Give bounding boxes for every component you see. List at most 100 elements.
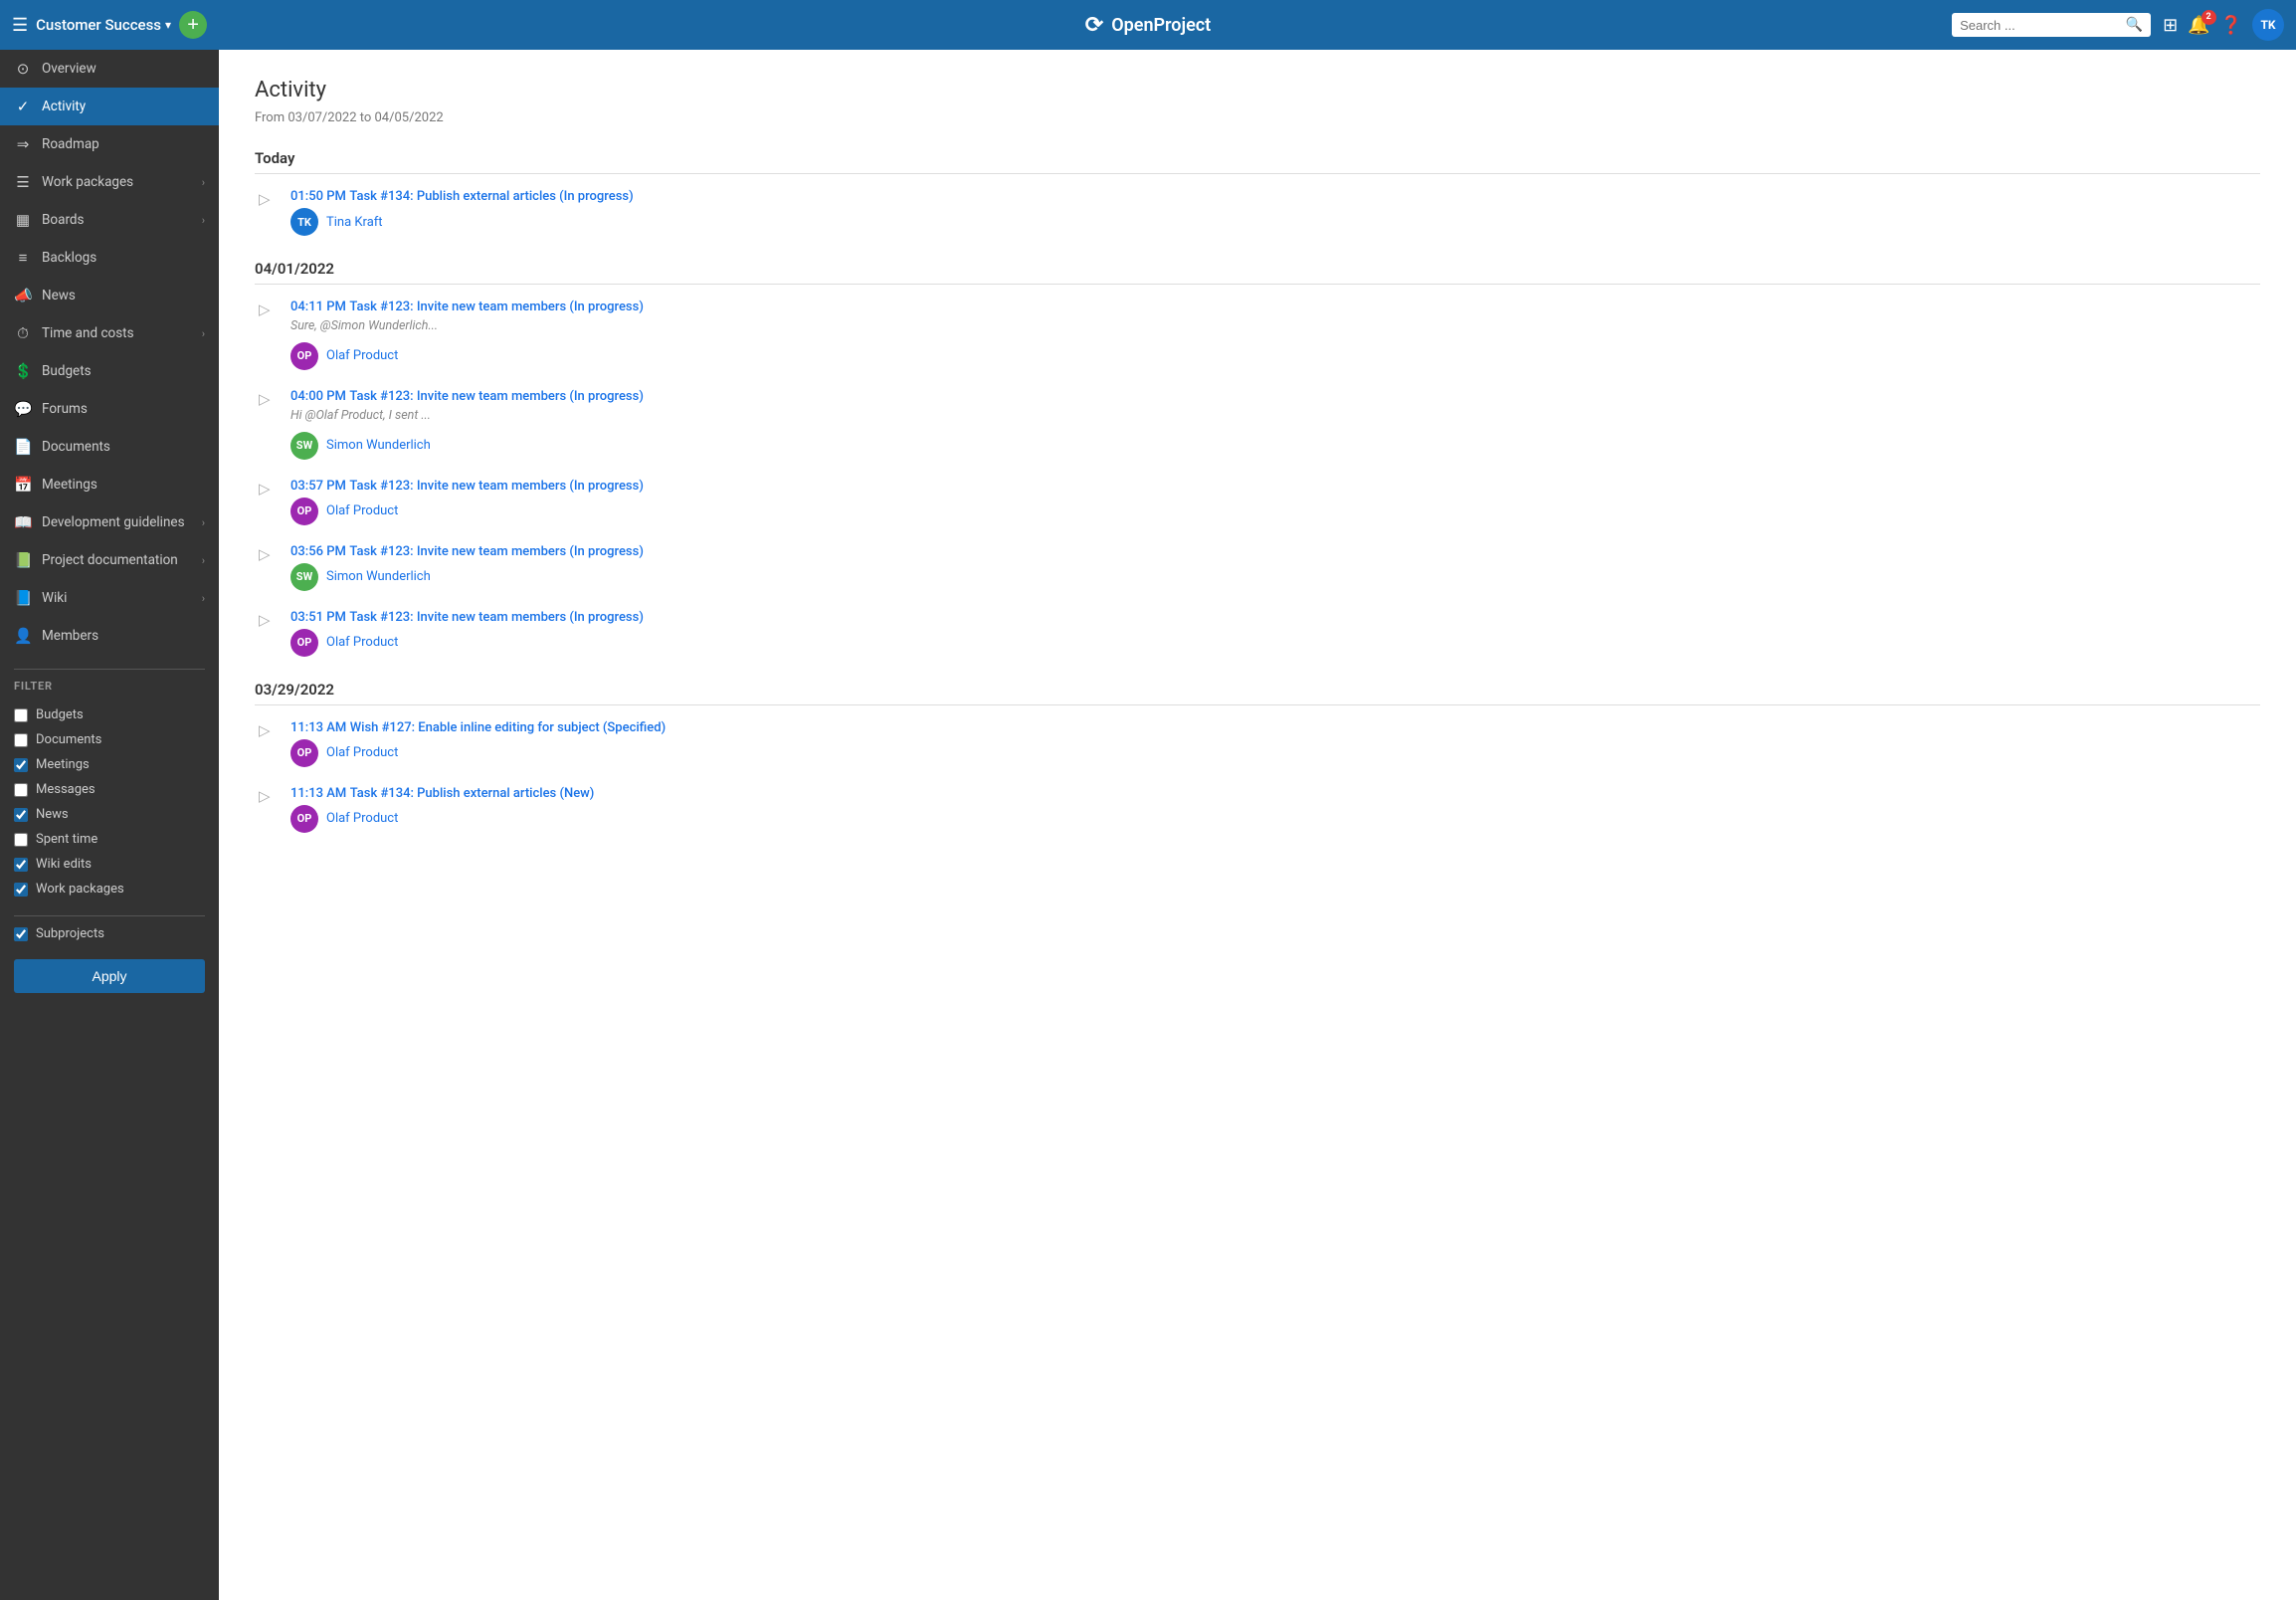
roadmap-icon: ⇒ <box>14 135 32 153</box>
project-name[interactable]: Customer Success ▾ <box>36 16 171 34</box>
search-input[interactable] <box>1960 18 2120 33</box>
user-name[interactable]: Olaf Product <box>326 503 398 518</box>
avatar: OP <box>290 498 318 525</box>
user-name[interactable]: Olaf Product <box>326 745 398 760</box>
logo: ⟳ OpenProject <box>1085 13 1211 38</box>
wiki-icon: 📘 <box>14 589 32 607</box>
filter-checkbox-wiki-edits[interactable] <box>14 858 28 872</box>
filter-checkbox-documents[interactable] <box>14 733 28 747</box>
activity-link[interactable]: Task #123: Invite new team members (In p… <box>349 479 643 494</box>
subprojects-item[interactable]: Subprojects <box>14 926 205 941</box>
sidebar-label-forums: Forums <box>42 401 205 417</box>
sidebar-item-roadmap[interactable]: ⇒ Roadmap <box>0 125 219 163</box>
user-name[interactable]: Olaf Product <box>326 811 398 826</box>
filter-checkbox-budgets[interactable] <box>14 708 28 722</box>
filter-label-meetings: Meetings <box>36 757 90 772</box>
filter-item-documents[interactable]: Documents <box>14 727 205 752</box>
avatar: OP <box>290 805 318 833</box>
activity-link[interactable]: Task #134: Publish external articles (Ne… <box>350 786 595 801</box>
user-name[interactable]: Simon Wunderlich <box>326 569 431 584</box>
filter-checkbox-messages[interactable] <box>14 783 28 797</box>
arrow-icon: › <box>202 327 205 340</box>
sidebar-item-work-packages[interactable]: ☰ Work packages › <box>0 163 219 201</box>
filter-checkbox-news[interactable] <box>14 808 28 822</box>
sidebar-label-members: Members <box>42 628 205 644</box>
activity-time: 03:51 PM <box>290 610 346 625</box>
activity-link[interactable]: Wish #127: Enable inline editing for sub… <box>350 720 666 735</box>
day-label: Today <box>255 149 2260 167</box>
add-button[interactable]: + <box>179 11 207 39</box>
activity-body: 04:00 PM Task #123: Invite new team memb… <box>290 388 2260 460</box>
sidebar-item-backlogs[interactable]: ≡ Backlogs <box>0 239 219 277</box>
activity-user: OP Olaf Product <box>290 342 2260 370</box>
sidebar-label-dev-guidelines: Development guidelines <box>42 514 192 530</box>
sidebar-item-news[interactable]: 📣 News <box>0 277 219 314</box>
avatar[interactable]: TK <box>2252 9 2284 41</box>
activity-time: 11:13 AM <box>290 720 346 735</box>
subprojects-checkbox[interactable] <box>14 927 28 941</box>
activity-type-icon: ▷ <box>259 190 279 208</box>
sidebar-item-wiki[interactable]: 📘 Wiki › <box>0 579 219 617</box>
activity-time: 03:56 PM <box>290 544 346 559</box>
user-name[interactable]: Tina Kraft <box>326 215 383 230</box>
activity-link[interactable]: Task #123: Invite new team members (In p… <box>349 544 643 559</box>
notification-icon[interactable]: 🔔 2 <box>2188 15 2209 36</box>
activity-item: ▷ 11:13 AM Wish #127: Enable inline edit… <box>255 719 2260 767</box>
page-title: Activity <box>255 78 2260 102</box>
filter-item-messages[interactable]: Messages <box>14 777 205 802</box>
apply-button[interactable]: Apply <box>14 959 205 993</box>
search-box[interactable]: 🔍 <box>1952 13 2151 37</box>
filter-label-wiki-edits: Wiki edits <box>36 857 92 872</box>
grid-icon[interactable]: ⊞ <box>2163 15 2178 36</box>
activity-item: ▷ 01:50 PM Task #134: Publish external a… <box>255 188 2260 236</box>
activity-body: 11:13 AM Wish #127: Enable inline editin… <box>290 719 2260 767</box>
filter-checkbox-spent-time[interactable] <box>14 833 28 847</box>
logo-text: OpenProject <box>1111 15 1211 36</box>
activity-link[interactable]: Task #134: Publish external articles (In… <box>349 189 633 204</box>
filter-item-work-packages[interactable]: Work packages <box>14 877 205 901</box>
filter-checkbox-meetings[interactable] <box>14 758 28 772</box>
user-name[interactable]: Olaf Product <box>326 348 398 363</box>
activity-link[interactable]: Task #123: Invite new team members (In p… <box>349 300 643 314</box>
filter-label-work-packages: Work packages <box>36 882 124 897</box>
activity-user: TK Tina Kraft <box>290 208 2260 236</box>
filter-item-spent-time[interactable]: Spent time <box>14 827 205 852</box>
user-name[interactable]: Simon Wunderlich <box>326 438 431 453</box>
activity-user: OP Olaf Product <box>290 805 2260 833</box>
filter-section: FILTER Budgets Documents Meetings Messag… <box>0 655 219 907</box>
filter-item-budgets[interactable]: Budgets <box>14 702 205 727</box>
filter-item-meetings[interactable]: Meetings <box>14 752 205 777</box>
hamburger-icon[interactable]: ☰ <box>12 15 28 36</box>
activity-body: 03:51 PM Task #123: Invite new team memb… <box>290 609 2260 657</box>
sidebar-item-budgets[interactable]: 💲 Budgets <box>0 352 219 390</box>
filter-checkbox-work-packages[interactable] <box>14 883 28 897</box>
sidebar-item-project-doc[interactable]: 📗 Project documentation › <box>0 541 219 579</box>
activity-time: 11:13 AM <box>290 786 346 801</box>
sidebar-item-forums[interactable]: 💬 Forums <box>0 390 219 428</box>
sidebar-nav: ⊙ Overview ✓ Activity ⇒ Roadmap ☰ Work p… <box>0 50 219 655</box>
top-nav: ☰ Customer Success ▾ + ⟳ OpenProject 🔍 ⊞… <box>0 0 2296 50</box>
sidebar-item-activity[interactable]: ✓ Activity <box>0 88 219 125</box>
filter-item-wiki-edits[interactable]: Wiki edits <box>14 852 205 877</box>
sidebar-label-work-packages: Work packages <box>42 174 192 190</box>
filter-item-news[interactable]: News <box>14 802 205 827</box>
sidebar-item-dev-guidelines[interactable]: 📖 Development guidelines › <box>0 503 219 541</box>
sidebar-label-overview: Overview <box>42 61 205 77</box>
activity-link[interactable]: Task #123: Invite new team members (In p… <box>349 610 643 625</box>
activity-link[interactable]: Task #123: Invite new team members (In p… <box>349 389 643 404</box>
sidebar-label-documents: Documents <box>42 439 205 455</box>
day-label: 03/29/2022 <box>255 681 2260 699</box>
sidebar-item-boards[interactable]: ▦ Boards › <box>0 201 219 239</box>
sidebar-item-documents[interactable]: 📄 Documents <box>0 428 219 466</box>
user-name[interactable]: Olaf Product <box>326 635 398 650</box>
sidebar-item-meetings[interactable]: 📅 Meetings <box>0 466 219 503</box>
sidebar-item-members[interactable]: 👤 Members <box>0 617 219 655</box>
arrow-icon: › <box>202 592 205 605</box>
avatar: OP <box>290 739 318 767</box>
help-icon[interactable]: ❓ <box>2220 15 2242 36</box>
sidebar-item-time-costs[interactable]: ⏱ Time and costs › <box>0 314 219 352</box>
avatar: SW <box>290 432 318 460</box>
project-doc-icon: 📗 <box>14 551 32 569</box>
sidebar-item-overview[interactable]: ⊙ Overview <box>0 50 219 88</box>
activity-body: 04:11 PM Task #123: Invite new team memb… <box>290 299 2260 370</box>
